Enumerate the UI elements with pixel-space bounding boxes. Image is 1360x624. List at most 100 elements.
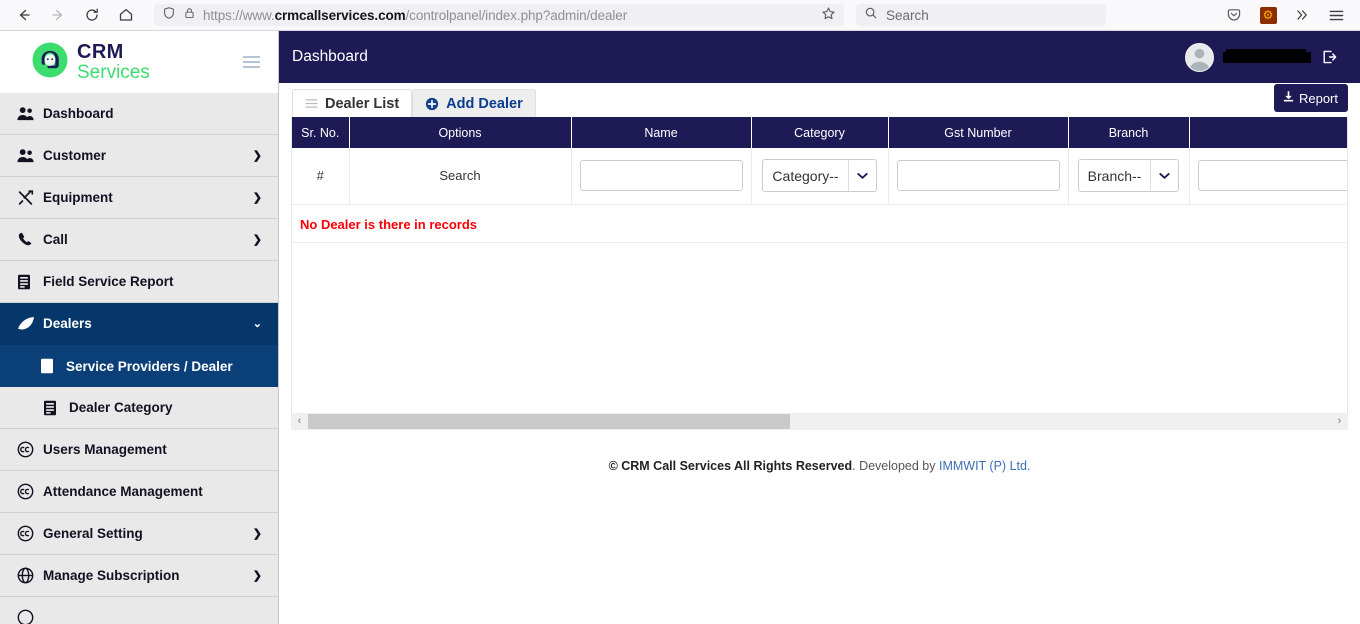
sidebar-item-call[interactable]: Call ❯ <box>0 219 278 261</box>
sidebar-item-label: General Setting <box>43 526 143 541</box>
chevron-down-icon <box>847 160 876 192</box>
url-text: https://www.crmcallservices.com/controlp… <box>203 7 628 23</box>
chevron-right-icon: ❯ <box>252 234 262 246</box>
sidebar-item-users-management[interactable]: Users Management <box>0 429 278 471</box>
sidebar-item-dealer-category[interactable]: Dealer Category <box>0 387 278 429</box>
username-redacted <box>1223 48 1311 63</box>
browser-search-box[interactable]: Search <box>856 4 1106 26</box>
search-select-category[interactable]: Category-- <box>762 159 877 193</box>
reload-button[interactable] <box>76 1 108 29</box>
tab-dealer-list[interactable]: Dealer List <box>292 89 413 117</box>
tag-icon <box>17 316 43 331</box>
chevron-down-icon <box>1150 160 1178 192</box>
lock-icon <box>183 6 196 25</box>
circle-icon <box>17 609 43 624</box>
sidebar-item-manage-subscription[interactable]: Manage Subscription ❯ <box>0 555 278 597</box>
column-header-branch: Branch <box>1068 117 1190 148</box>
browser-toolbar: https://www.crmcallservices.com/controlp… <box>0 0 1360 31</box>
forward-button[interactable] <box>42 1 74 29</box>
phone-icon <box>17 232 43 248</box>
pocket-icon[interactable] <box>1218 1 1250 29</box>
sidebar-item-field-service-report[interactable]: Field Service Report <box>0 261 278 303</box>
logo-line-1: CRM <box>77 41 124 63</box>
footer-separator: . Developed by <box>852 458 939 473</box>
chevron-down-icon: ⌄ <box>252 318 262 330</box>
chevron-right-icon: ❯ <box>252 528 262 540</box>
plus-circle-icon <box>425 97 439 111</box>
address-bar[interactable]: https://www.crmcallservices.com/controlp… <box>154 4 844 26</box>
scrollbar-thumb[interactable] <box>308 413 790 429</box>
search-input-contact-person[interactable] <box>1197 160 1347 192</box>
sidebar-nav-list: Dashboard Customer ❯ Equipment ❯ Call ❯ Field S… <box>0 93 278 624</box>
search-select-category-value: Category-- <box>772 167 839 184</box>
search-row-name-cell <box>571 148 752 205</box>
chevron-right-icon: ❯ <box>252 192 262 204</box>
logout-icon[interactable] <box>1320 48 1338 66</box>
list-icon <box>305 98 318 109</box>
table-empty-area <box>292 242 1347 413</box>
sidebar-item-label: Dealers <box>43 316 92 331</box>
column-header-name: Name <box>571 117 752 148</box>
browser-menu-icon[interactable] <box>1320 1 1352 29</box>
tab-add-dealer[interactable]: Add Dealer <box>412 89 536 117</box>
sidebar-item-customer[interactable]: Customer ❯ <box>0 135 278 177</box>
report-button[interactable]: Report <box>1273 84 1348 112</box>
scroll-right-arrow-icon[interactable]: › <box>1331 415 1348 427</box>
horizontal-scrollbar[interactable]: ‹ › <box>291 412 1348 430</box>
scroll-left-arrow-icon[interactable]: ‹ <box>291 415 308 427</box>
footer-copyright: © CRM Call Services All Rights Reserved <box>608 458 853 473</box>
chevron-right-icon: ❯ <box>252 570 262 582</box>
tab-strip: Dealer List Add Dealer Report <box>279 83 1360 117</box>
sidebar-item-dashboard[interactable]: Dashboard <box>0 93 278 135</box>
sidebar-logo-text: CRM Services <box>77 42 150 82</box>
dealer-table-container: Sr. No. Options Name Category Gst Number… <box>291 117 1348 413</box>
shield-icon <box>162 6 176 25</box>
sidebar-item-label: Customer <box>43 148 107 163</box>
report-button-label: Report <box>1298 90 1338 106</box>
search-row-contact-cell <box>1189 148 1347 205</box>
table-header-row: Sr. No. Options Name Category Gst Number… <box>292 117 1347 148</box>
search-row-options-label[interactable]: Search <box>349 148 572 205</box>
circle-cc-icon <box>17 441 43 458</box>
tab-add-dealer-label: Add Dealer <box>446 95 523 112</box>
search-input-name[interactable] <box>579 160 743 192</box>
tab-dealer-list-label: Dealer List <box>325 95 400 112</box>
column-header-gst-number: Gst Number <box>888 117 1069 148</box>
search-icon <box>864 6 878 25</box>
home-button[interactable] <box>110 1 142 29</box>
page-header: Dashboard <box>279 31 1360 83</box>
users-icon <box>17 148 43 163</box>
column-header-category: Category <box>751 117 889 148</box>
search-input-gst-number[interactable] <box>896 160 1060 192</box>
extension-icon[interactable]: ⚙ <box>1252 1 1284 29</box>
sidebar-item-equipment[interactable]: Equipment ❯ <box>0 177 278 219</box>
bookmark-star-icon[interactable] <box>821 6 836 24</box>
sidebar-item-dealers[interactable]: Dealers ⌄ <box>0 303 278 345</box>
search-select-branch-value: Branch-- <box>1087 167 1142 184</box>
sidebar-toggle-icon[interactable] <box>243 56 260 68</box>
sidebar-item-label: Dealer Category <box>69 400 173 415</box>
headset-support-icon <box>30 40 70 85</box>
sidebar-item-general-setting[interactable]: General Setting ❯ <box>0 513 278 555</box>
sidebar-item-label: Equipment <box>43 190 113 205</box>
scrollbar-track[interactable] <box>308 413 1331 429</box>
dealer-table: Sr. No. Options Name Category Gst Number… <box>292 117 1347 205</box>
sidebar-logo[interactable]: CRM Services <box>0 31 278 93</box>
sidebar-item-item-12[interactable] <box>0 597 278 624</box>
sidebar-item-service-providers-dealer[interactable]: Service Providers / Dealer <box>0 345 278 387</box>
document-icon <box>40 358 66 374</box>
sidebar-item-label: Call <box>43 232 68 247</box>
back-button[interactable] <box>8 1 40 29</box>
sidebar-item-label: Users Management <box>43 442 167 457</box>
search-select-branch[interactable]: Branch-- <box>1077 159 1180 193</box>
user-avatar-icon[interactable] <box>1185 42 1214 72</box>
page-title: Dashboard <box>292 48 368 65</box>
browser-toolbar-right: ⚙ <box>1218 1 1352 29</box>
search-row-category-cell: Category-- <box>751 148 889 205</box>
sidebar-item-attendance-management[interactable]: Attendance Management <box>0 471 278 513</box>
users-icon <box>17 106 43 121</box>
browser-search-placeholder: Search <box>886 7 929 23</box>
download-icon <box>1282 90 1295 106</box>
overflow-chevron-icon[interactable] <box>1286 1 1318 29</box>
footer-developer-link[interactable]: IMMWIT (P) Ltd. <box>939 459 1030 473</box>
